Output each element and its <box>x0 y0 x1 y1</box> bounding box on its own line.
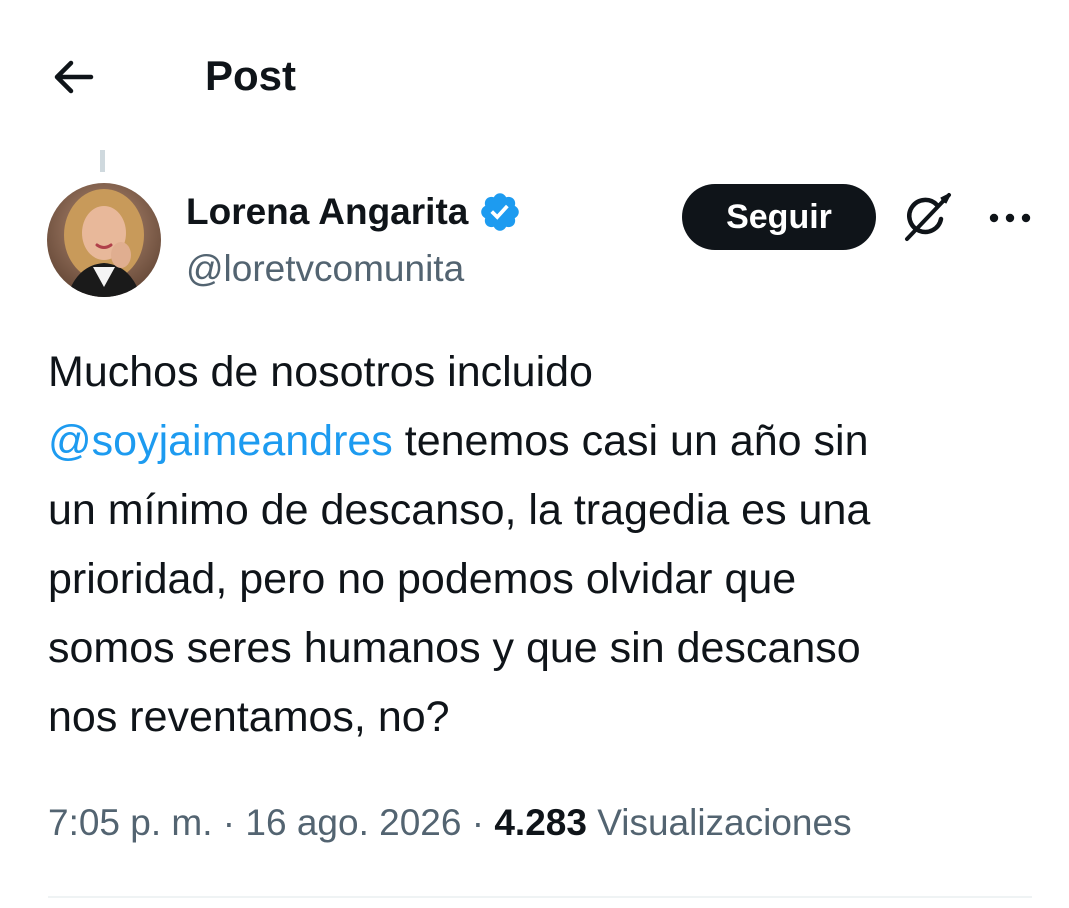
avatar[interactable] <box>47 183 161 297</box>
post-date[interactable]: 16 ago. 2026 <box>245 802 461 843</box>
grok-icon <box>905 193 951 241</box>
post-text-line: un mínimo de descanso, la tragedia es un… <box>48 486 871 534</box>
author-handle[interactable]: @loretvcomunita <box>186 246 464 292</box>
post-text: Muchos de nosotros incluido @soyjaimeand… <box>48 338 1038 752</box>
arrow-left-icon <box>54 60 94 94</box>
back-button[interactable] <box>44 48 102 106</box>
post-text-line: nos reventamos, no? <box>48 693 450 741</box>
views-label: Visualizaciones <box>597 802 852 843</box>
verified-badge-icon <box>481 193 520 231</box>
post-meta: 7:05 p. m. · 16 ago. 2026 · 4.283 Visual… <box>48 798 852 848</box>
divider <box>48 896 1032 898</box>
post-text-fragment: tenemos casi un año sin <box>392 417 869 465</box>
views-count: 4.283 <box>494 802 587 843</box>
thread-connector <box>100 150 105 172</box>
post-text-line: Muchos de nosotros incluido <box>48 348 593 396</box>
more-options-button[interactable] <box>980 196 1040 240</box>
page-title: Post <box>205 52 297 99</box>
grok-button[interactable] <box>896 188 958 246</box>
author-name-text: Lorena Angarita <box>186 191 469 232</box>
author-name[interactable]: Lorena Angarita <box>186 190 522 234</box>
post-text-line: somos seres humanos y que sin descanso <box>48 624 861 672</box>
meta-separator: · <box>461 802 495 843</box>
post-text-line: prioridad, pero no podemos olvidar que <box>48 555 797 603</box>
follow-button[interactable]: Seguir <box>682 184 876 250</box>
post-time[interactable]: 7:05 p. m. <box>48 802 213 843</box>
meta-separator: · <box>212 802 246 843</box>
top-bar: Post <box>0 0 1069 150</box>
mention-link[interactable]: @soyjaimeandres <box>48 417 393 465</box>
more-dots-icon <box>989 213 1031 223</box>
profile-photo <box>47 183 161 297</box>
post-text-line: @soyjaimeandres tenemos casi un año sin <box>48 407 1038 476</box>
